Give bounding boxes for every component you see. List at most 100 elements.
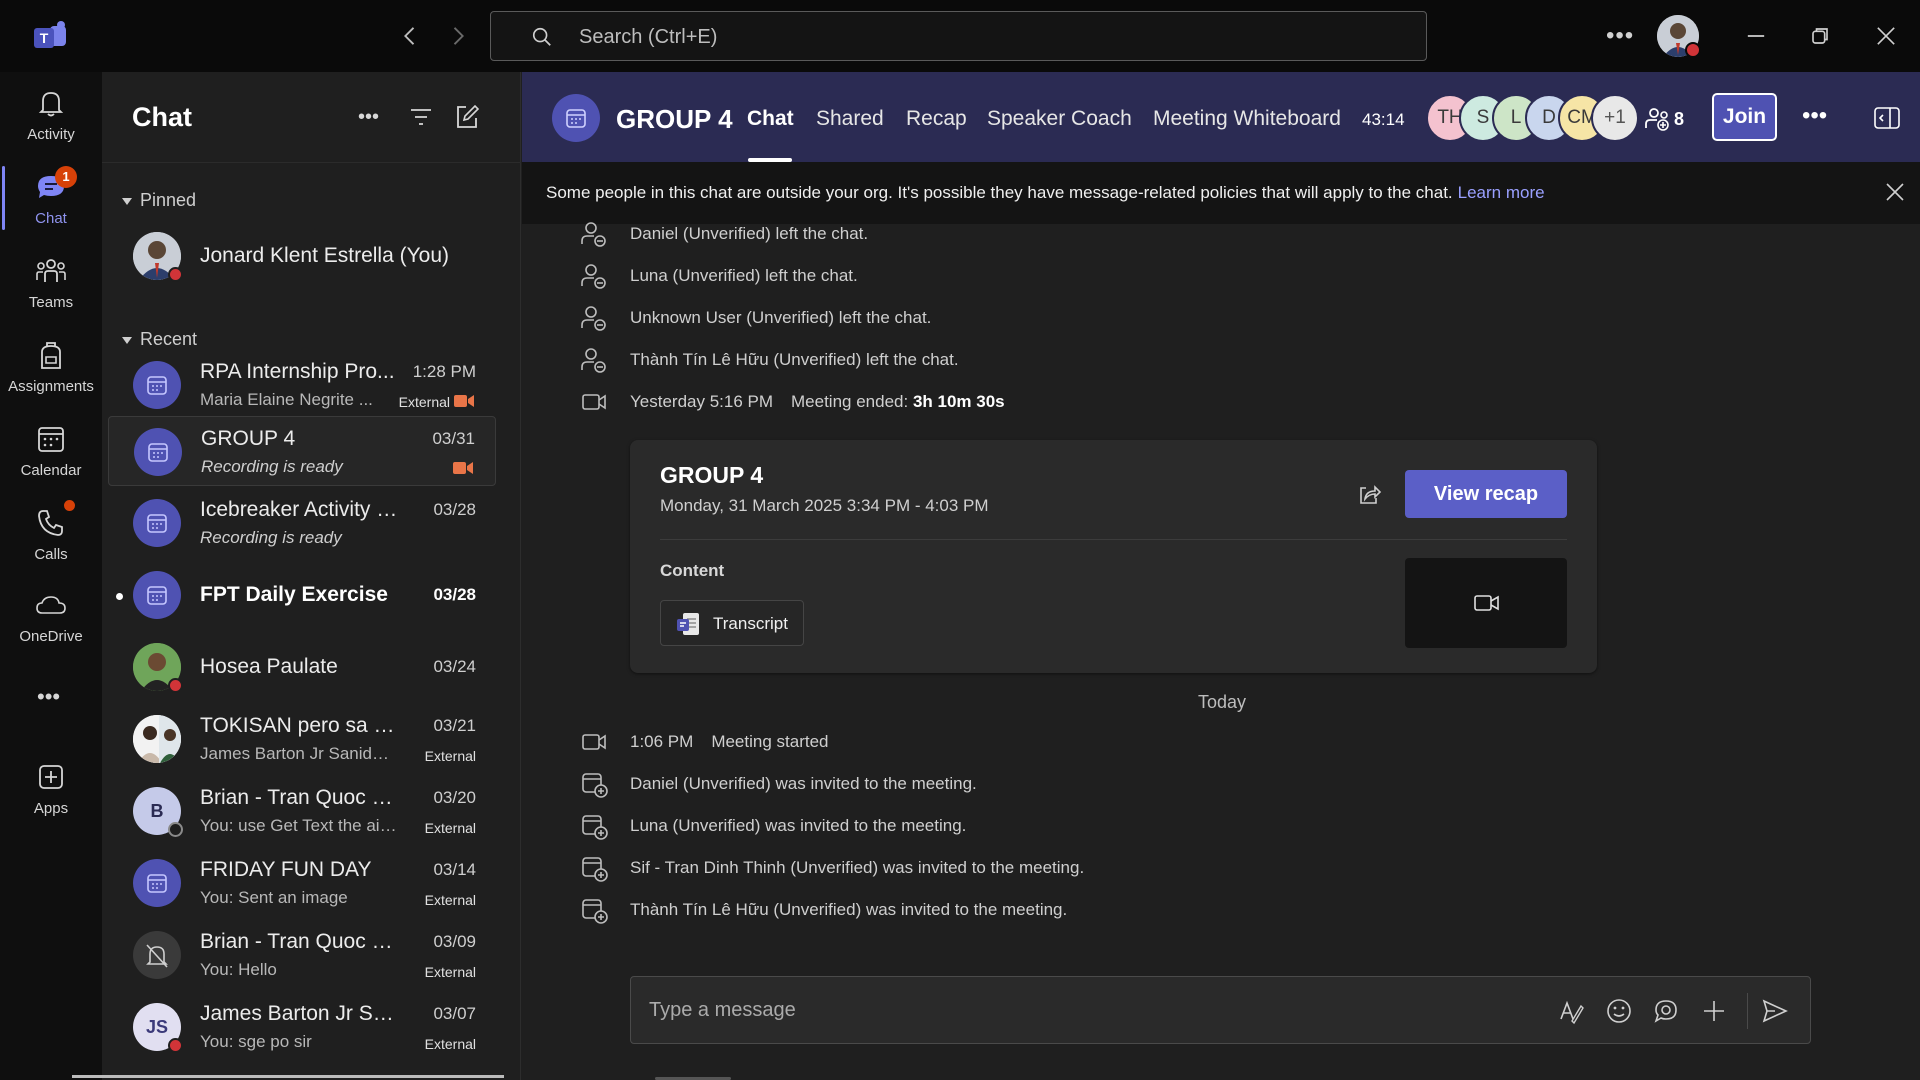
teams-icon bbox=[34, 254, 68, 288]
event-text: Daniel (Unverified) left the chat. bbox=[630, 224, 869, 243]
chat-date: 03/28 bbox=[433, 585, 476, 604]
message-composer[interactable]: Type a message bbox=[630, 976, 1811, 1044]
tab-chat[interactable]: Chat bbox=[747, 107, 794, 131]
search-input[interactable]: Search (Ctrl+E) bbox=[490, 11, 1427, 61]
side-panel-icon[interactable] bbox=[1874, 107, 1900, 129]
new-chat-icon[interactable] bbox=[454, 104, 480, 130]
more-options-icon[interactable]: ••• bbox=[1802, 102, 1827, 130]
meeting-calendar-icon bbox=[148, 443, 168, 462]
forward-arrow-icon[interactable] bbox=[444, 22, 472, 50]
event-time: 1:06 PM bbox=[630, 732, 694, 751]
tab-shared[interactable]: Shared bbox=[816, 107, 884, 131]
more-apps-icon[interactable]: ••• bbox=[37, 684, 60, 710]
bell-icon bbox=[34, 86, 68, 120]
tab-speaker-coach[interactable]: Speaker Coach bbox=[987, 107, 1132, 131]
rail-item-calendar[interactable]: Calendar bbox=[0, 422, 102, 498]
external-tag: External bbox=[424, 1036, 476, 1052]
rail-label-onedrive: OneDrive bbox=[19, 628, 83, 645]
chat-item-muted[interactable]: Brian - Tran Quoc Bao You: Hello 03/09 E… bbox=[108, 920, 496, 990]
horizontal-scrollbar[interactable] bbox=[72, 1075, 504, 1078]
emoji-icon[interactable] bbox=[1605, 997, 1633, 1025]
rail-item-activity[interactable]: Activity bbox=[0, 86, 102, 162]
restore-icon[interactable] bbox=[1806, 22, 1834, 50]
rail-item-calls[interactable]: Calls bbox=[0, 506, 102, 582]
presence-busy-dot bbox=[168, 678, 183, 693]
chat-item[interactable]: TOKISAN pero sa MS... James Barton Jr Sa… bbox=[108, 704, 496, 774]
chat-item[interactable]: RPA Internship Pro... Maria Elaine Negri… bbox=[108, 350, 496, 420]
notice-text: Some people in this chat are outside you… bbox=[546, 183, 1545, 202]
meeting-calendar-icon bbox=[147, 874, 167, 893]
chat-item-pinned-self[interactable]: Jonard Klent Estrella (You) bbox=[108, 221, 496, 291]
chat-item-selected[interactable]: GROUP 4 Recording is ready 03/31 bbox=[108, 416, 496, 486]
close-window-icon[interactable] bbox=[1872, 22, 1900, 50]
rail-label-chat: Chat bbox=[35, 210, 67, 227]
search-placeholder: Search (Ctrl+E) bbox=[579, 26, 718, 48]
transcript-doc-icon bbox=[675, 611, 701, 637]
more-options-icon[interactable]: ••• bbox=[358, 106, 384, 132]
cloud-icon bbox=[34, 588, 68, 622]
chat-item[interactable]: JS James Barton Jr Sani... You: sge po s… bbox=[108, 992, 496, 1062]
teams-logo-icon: T bbox=[34, 20, 68, 52]
participant-overflow[interactable]: +1 bbox=[1591, 94, 1639, 142]
rail-label-activity: Activity bbox=[27, 126, 75, 143]
join-button[interactable]: Join bbox=[1712, 93, 1777, 141]
chat-preview: Maria Elaine Negrite ... bbox=[200, 390, 373, 409]
chat-item[interactable]: B Brian - Tran Quoc Bao You: use Get Tex… bbox=[108, 776, 496, 846]
chat-item[interactable]: Hosea Paulate 03/24 bbox=[108, 632, 496, 702]
chat-header: GROUP 4 Chat Shared Recap Speaker Coach … bbox=[522, 72, 1920, 162]
chat-name: RPA Internship Pro... bbox=[200, 360, 395, 383]
calendar-add-icon bbox=[580, 812, 608, 840]
back-arrow-icon[interactable] bbox=[396, 22, 424, 50]
unread-dot bbox=[116, 593, 123, 600]
meeting-calendar-icon bbox=[147, 376, 167, 395]
rail-label-calls: Calls bbox=[34, 546, 68, 563]
view-recap-button[interactable]: View recap bbox=[1405, 470, 1567, 518]
settings-more-icon[interactable]: ••• bbox=[1606, 22, 1634, 50]
transcript-button[interactable]: Transcript bbox=[660, 600, 804, 646]
rail-item-assignments[interactable]: Assignments bbox=[0, 338, 102, 414]
minimize-icon[interactable] bbox=[1742, 22, 1770, 50]
chat-item[interactable]: Icebreaker Activity fo... Recording is r… bbox=[108, 488, 496, 558]
chat-unread-badge: 1 bbox=[55, 166, 77, 188]
format-icon[interactable] bbox=[1557, 997, 1585, 1025]
chat-name: Brian - Tran Quoc Bao bbox=[200, 930, 400, 953]
external-tag: External bbox=[424, 748, 476, 764]
chat-date: 03/14 bbox=[433, 860, 476, 879]
chat-name: Icebreaker Activity fo... bbox=[200, 498, 400, 521]
loop-icon[interactable] bbox=[1652, 997, 1680, 1025]
rail-item-teams[interactable]: Teams bbox=[0, 254, 102, 330]
video-camera-icon bbox=[580, 388, 608, 416]
chat-date: 03/28 bbox=[433, 500, 476, 519]
rail-item-onedrive[interactable]: OneDrive bbox=[0, 588, 102, 664]
close-icon[interactable] bbox=[1884, 181, 1906, 203]
recent-section-toggle[interactable]: Recent bbox=[122, 329, 197, 350]
chat-name: FPT Daily Exercise bbox=[200, 583, 388, 606]
meeting-duration: 3h 10m 30s bbox=[912, 392, 1005, 411]
tab-recap[interactable]: Recap bbox=[906, 107, 967, 131]
people-icon[interactable] bbox=[1644, 104, 1672, 132]
learn-more-link[interactable]: Learn more bbox=[1458, 183, 1545, 202]
chat-item-unread[interactable]: FPT Daily Exercise 03/28 bbox=[108, 560, 496, 630]
divider bbox=[102, 162, 521, 163]
chat-preview: You: sge po sir bbox=[200, 1032, 312, 1051]
app-rail: Activity Chat 1 Teams Assignments Calend… bbox=[0, 72, 102, 1080]
recording-thumbnail[interactable] bbox=[1405, 558, 1567, 648]
rail-item-chat[interactable]: Chat bbox=[0, 170, 102, 246]
chat-item[interactable]: FRIDAY FUN DAY You: Sent an image 03/14 … bbox=[108, 848, 496, 918]
share-icon[interactable] bbox=[1356, 482, 1382, 508]
add-icon[interactable] bbox=[1700, 997, 1728, 1025]
meeting-avatar bbox=[134, 428, 182, 476]
message-input[interactable]: Type a message bbox=[649, 999, 796, 1022]
filter-icon[interactable] bbox=[408, 104, 434, 130]
chat-title[interactable]: GROUP 4 bbox=[616, 104, 733, 135]
content-label: Content bbox=[660, 561, 725, 580]
backpack-icon bbox=[34, 338, 68, 372]
tab-meeting-whiteboard[interactable]: Meeting Whiteboard bbox=[1153, 107, 1341, 131]
meeting-avatar bbox=[133, 499, 181, 547]
event-text: Sif - Tran Dinh Thinh (Unverified) was i… bbox=[630, 858, 1085, 877]
pinned-section-toggle[interactable]: Pinned bbox=[122, 190, 196, 211]
chat-date: 03/21 bbox=[433, 716, 476, 735]
rail-item-apps[interactable]: Apps bbox=[0, 760, 102, 836]
event-text: 1:06 PM Meeting started bbox=[630, 732, 829, 751]
send-icon[interactable] bbox=[1761, 997, 1789, 1025]
